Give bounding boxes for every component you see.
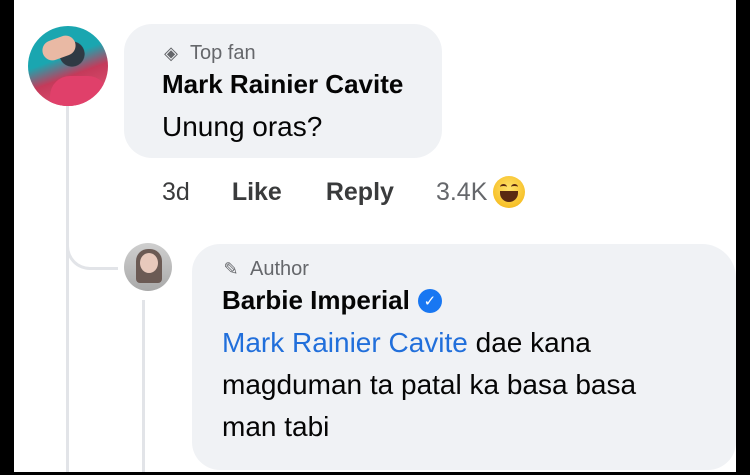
avatar[interactable]	[28, 26, 108, 106]
reply-text-line: man tabi	[222, 411, 330, 442]
reply-text: Mark Rainier Cavite dae kana magduman ta…	[222, 322, 716, 448]
author-badge: ✎ Author	[222, 258, 716, 281]
thread-line	[66, 96, 69, 472]
author-name[interactable]: Barbie Imperial	[222, 285, 410, 316]
reply-text-line: dae kana	[467, 327, 591, 358]
reply-bubble: ✎ Author Barbie Imperial ✓ Mark Rainier …	[192, 244, 736, 470]
comment-author[interactable]: Mark Rainier Cavite	[162, 69, 422, 100]
comment-text: Unung oras?	[162, 111, 323, 142]
diamond-icon: ◈	[164, 43, 178, 63]
like-button[interactable]: Like	[232, 178, 282, 207]
top-fan-badge: ◈ Top fan	[162, 42, 422, 65]
reaction-count[interactable]: 3.4K	[436, 178, 487, 207]
reply-author[interactable]: Barbie Imperial ✓	[222, 285, 716, 316]
reply-connector	[66, 230, 118, 270]
reply-button[interactable]: Reply	[326, 178, 394, 207]
author-name[interactable]: Mark Rainier Cavite	[162, 69, 403, 100]
comment-timestamp[interactable]: 3d	[162, 178, 190, 207]
verified-badge-icon: ✓	[417, 288, 442, 313]
reply-thread-line	[142, 300, 145, 472]
badge-label: Author	[250, 258, 309, 280]
haha-emoji-icon[interactable]	[493, 176, 526, 208]
pencil-icon: ✎	[223, 259, 239, 279]
comment-bubble: ◈ Top fan Mark Rainier Cavite Unung oras…	[124, 24, 442, 158]
comment-thread: ◈ Top fan Mark Rainier Cavite Unung oras…	[14, 0, 736, 472]
reply-avatar[interactable]	[124, 243, 172, 291]
comment-actions: 3d Like Reply 3.4K	[162, 176, 526, 208]
mention-link[interactable]: Mark Rainier Cavite	[222, 327, 468, 358]
reply-text-line: magduman ta patal ka basa basa	[222, 369, 637, 400]
badge-label: Top fan	[190, 42, 256, 64]
